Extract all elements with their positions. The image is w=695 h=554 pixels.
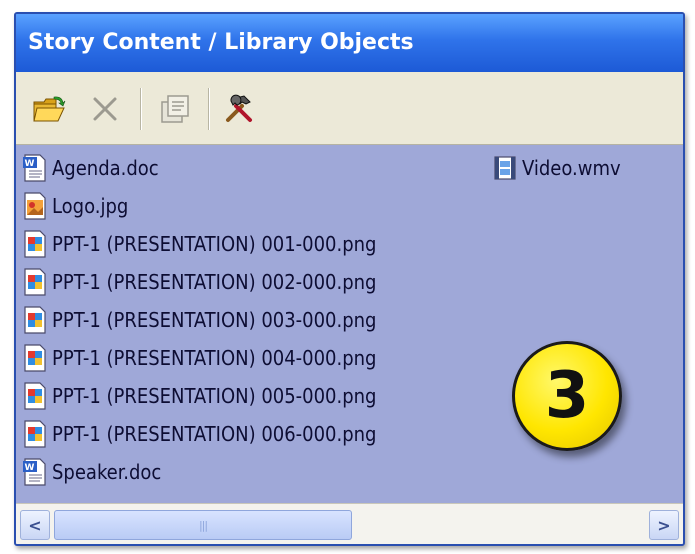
png-image-icon (24, 230, 46, 258)
list-item[interactable]: PPT-1 (PRESENTATION) 005-000.png (22, 378, 376, 414)
grip-icon: ||| (198, 518, 208, 532)
file-name: PPT-1 (PRESENTATION) 001-000.png (52, 232, 377, 256)
file-name: Logo.jpg (52, 194, 129, 218)
scroll-left-button[interactable]: < (20, 510, 50, 540)
list-item[interactable]: W Speaker.doc (22, 454, 161, 490)
png-image-icon (24, 344, 46, 372)
file-name: PPT-1 (PRESENTATION) 006-000.png (52, 422, 377, 446)
png-image-icon (24, 382, 46, 410)
list-item[interactable]: PPT-1 (PRESENTATION) 001-000.png (22, 226, 376, 262)
horizontal-scrollbar[interactable]: < ||| > (16, 503, 683, 544)
jpg-image-icon (24, 192, 46, 220)
list-item[interactable]: PPT-1 (PRESENTATION) 004-000.png (22, 340, 376, 376)
svg-text:W: W (25, 463, 35, 473)
toolbar-separator (208, 88, 210, 130)
png-image-icon (24, 420, 46, 448)
tools-button[interactable] (220, 90, 258, 128)
word-document-icon: W (23, 458, 46, 486)
list-item[interactable]: Video.wmv (492, 150, 621, 186)
toolbar-separator (140, 88, 142, 130)
callout-number-badge: 3 (512, 341, 622, 451)
svg-text:W: W (25, 159, 35, 169)
word-document-icon: W (23, 154, 46, 182)
file-name: PPT-1 (PRESENTATION) 005-000.png (52, 384, 377, 408)
chevron-right-icon: > (657, 515, 671, 535)
toolbar (16, 72, 683, 145)
panel-title: Story Content / Library Objects (16, 14, 683, 72)
open-folder-button[interactable] (30, 90, 68, 128)
scroll-right-button[interactable]: > (649, 510, 679, 540)
chevron-left-icon: < (28, 515, 42, 535)
file-list: W Agenda.doc Logo.jpg PPT-1 (PRESENTATIO… (16, 145, 683, 500)
library-objects-panel: Story Content / Library Objects W Agenda… (14, 12, 685, 546)
file-name: PPT-1 (PRESENTATION) 002-000.png (52, 270, 377, 294)
open-folder-icon (33, 96, 66, 122)
list-item[interactable]: Logo.jpg (22, 188, 128, 224)
scrollbar-thumb[interactable]: ||| (54, 510, 352, 540)
list-item[interactable]: PPT-1 (PRESENTATION) 003-000.png (22, 302, 376, 338)
file-name: PPT-1 (PRESENTATION) 004-000.png (52, 346, 377, 370)
file-name: PPT-1 (PRESENTATION) 003-000.png (52, 308, 377, 332)
list-item[interactable]: PPT-1 (PRESENTATION) 002-000.png (22, 264, 376, 300)
delete-button[interactable] (86, 90, 124, 128)
png-image-icon (24, 268, 46, 296)
file-name: Speaker.doc (52, 460, 162, 484)
list-item[interactable]: W Agenda.doc (22, 150, 159, 186)
properties-button[interactable] (156, 90, 194, 128)
properties-icon (161, 95, 189, 123)
png-image-icon (24, 306, 46, 334)
video-file-icon (494, 156, 516, 180)
delete-x-icon (93, 97, 117, 121)
file-name: Video.wmv (522, 156, 621, 180)
file-name: Agenda.doc (52, 156, 159, 180)
list-item[interactable]: PPT-1 (PRESENTATION) 006-000.png (22, 416, 376, 452)
hammer-wrench-icon (226, 94, 252, 122)
